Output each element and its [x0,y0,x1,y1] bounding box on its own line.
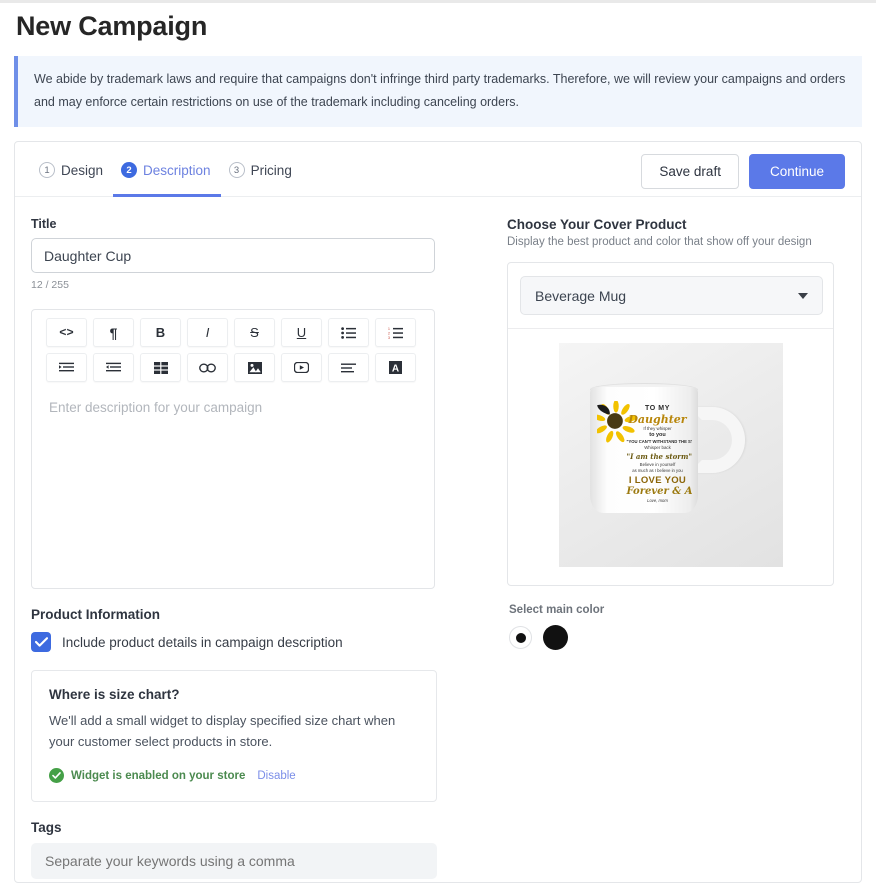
card-header: 1 Design 2 Description 3 Pricing Save dr… [15,142,861,199]
cover-product-title: Choose Your Cover Product [507,217,687,233]
italic-icon[interactable]: I [187,318,228,348]
campaign-card: 1 Design 2 Description 3 Pricing Save dr… [14,141,862,884]
title-label: Title [31,217,57,232]
product-select-value: Beverage Mug [535,287,627,304]
page-container: New Campaign We abide by trademark laws … [0,11,876,884]
design-line-2: to you [649,432,666,439]
tags-input[interactable] [31,843,437,880]
size-chart-title: Where is size chart? [49,687,180,703]
continue-button[interactable]: Continue [748,153,845,189]
color-swatch-white-dot [515,632,526,643]
cover-product-subtitle: Display the best product and color that … [507,236,812,249]
design-line-forever: Forever & Always [626,486,692,498]
color-swatches [509,625,845,651]
check-circle-icon [49,768,64,784]
product-select-wrap: Beverage Mug [508,263,833,330]
widget-status-row: Widget is enabled on your store Disable [49,768,419,784]
design-line-storm: "I am the storm" [626,452,692,462]
design-line-daughter: Daughter [628,413,687,427]
header-actions: Save draft Continue [641,153,845,199]
trademark-notice: We abide by trademark laws and require t… [14,56,862,128]
title-counter: 12 / 255 [31,279,69,292]
include-product-details-checkbox[interactable] [31,632,51,653]
size-chart-info-box: Where is size chart? We'll add a small w… [31,670,437,803]
table-icon[interactable] [140,353,181,383]
color-swatch-white[interactable] [509,626,532,650]
check-icon [34,637,48,647]
title-input[interactable] [31,238,435,274]
bold-icon[interactable]: B [140,318,181,348]
design-line-1: If they whisper [643,426,672,432]
toolbar-row-2: A [46,353,420,383]
right-column: Choose Your Cover Product Display the be… [451,217,845,882]
indent-icon[interactable] [93,353,134,383]
step-number-2: 2 [121,162,138,179]
chevron-down-icon [798,292,808,299]
align-icon[interactable] [328,353,369,383]
svg-text:2: 2 [388,331,390,335]
page-title: New Campaign [16,11,208,41]
top-divider [0,0,876,3]
step-tabs: 1 Design 2 Description 3 Pricing [31,156,302,197]
product-preview-image: TO MY Daughter If they whisper to you "Y… [558,343,783,568]
description-placeholder[interactable]: Enter description for your campaign [49,400,262,415]
tab-design[interactable]: 1 Design [31,156,113,197]
tags-section: Tags MUG ✕ [31,820,451,882]
ordered-list-icon[interactable]: 1 2 3 [375,318,416,348]
design-line-mom: Love, mom [647,498,668,504]
include-details-row: Include product details in campaign desc… [31,632,443,653]
trademark-notice-text: We abide by trademark laws and require t… [34,72,846,110]
underline-icon[interactable]: U [281,318,322,348]
size-chart-text: We'll add a small widget to display spec… [49,713,396,750]
tab-design-label: Design [61,162,104,178]
design-line-4: Whisper back [644,445,671,451]
font-color-icon[interactable]: A [375,353,416,383]
unordered-list-icon[interactable] [328,318,369,348]
product-information-title: Product Information [31,607,160,623]
card-body: Title 12 / 255 <> ¶ B I S U [15,197,861,882]
mug-design: TO MY Daughter If they whisper to you "Y… [596,395,692,505]
toolbar-row-1: <> ¶ B I S U 1 2 3 [46,318,420,348]
tab-description[interactable]: 2 Description [113,156,221,197]
svg-text:3: 3 [388,336,390,339]
product-preview-wrap: TO MY Daughter If they whisper to you "Y… [508,329,833,585]
svg-text:A: A [392,364,399,375]
widget-status-text: Widget is enabled on your store [71,769,246,782]
disable-widget-link[interactable]: Disable [257,770,295,782]
image-icon[interactable] [234,353,275,383]
paragraph-icon[interactable]: ¶ [93,318,134,348]
design-line-to-my: TO MY [644,405,671,413]
design-line-3: "YOU CAN'T WITHSTAND THE STORM" [626,439,692,445]
product-select[interactable]: Beverage Mug [520,276,823,316]
design-line-5: Believe in yourself [639,462,676,468]
link-icon[interactable] [187,353,228,383]
code-icon[interactable]: <> [46,318,87,348]
left-column: Title 12 / 255 <> ¶ B I S U [31,217,451,882]
outdent-icon[interactable] [46,353,87,383]
tab-pricing-label: Pricing [250,162,292,178]
svg-text:1: 1 [388,327,390,331]
cover-product-card: Beverage Mug TO MY Daughter If they whis… [507,262,834,587]
video-icon[interactable] [281,353,322,383]
tags-label: Tags [31,820,62,836]
description-editor: <> ¶ B I S U 1 2 3 A Enter description f… [31,309,435,590]
color-selector: Select main color [507,604,845,651]
step-number-1: 1 [39,162,55,179]
editor-toolbar: <> ¶ B I S U 1 2 3 A [32,310,434,383]
tab-description-label: Description [143,162,211,178]
color-swatch-black[interactable] [543,625,568,651]
strikethrough-icon[interactable]: S [234,318,275,348]
save-draft-button[interactable]: Save draft [641,153,739,189]
design-line-love: I LOVE YOU [628,475,687,487]
design-line-6: as much as I believe in you [632,468,683,474]
color-selector-label: Select main color [509,604,605,617]
tab-pricing[interactable]: 3 Pricing [221,156,302,197]
step-number-3: 3 [228,162,245,179]
product-information-section: Product Information Include product deta… [31,607,443,803]
include-product-details-label: Include product details in campaign desc… [62,634,343,650]
